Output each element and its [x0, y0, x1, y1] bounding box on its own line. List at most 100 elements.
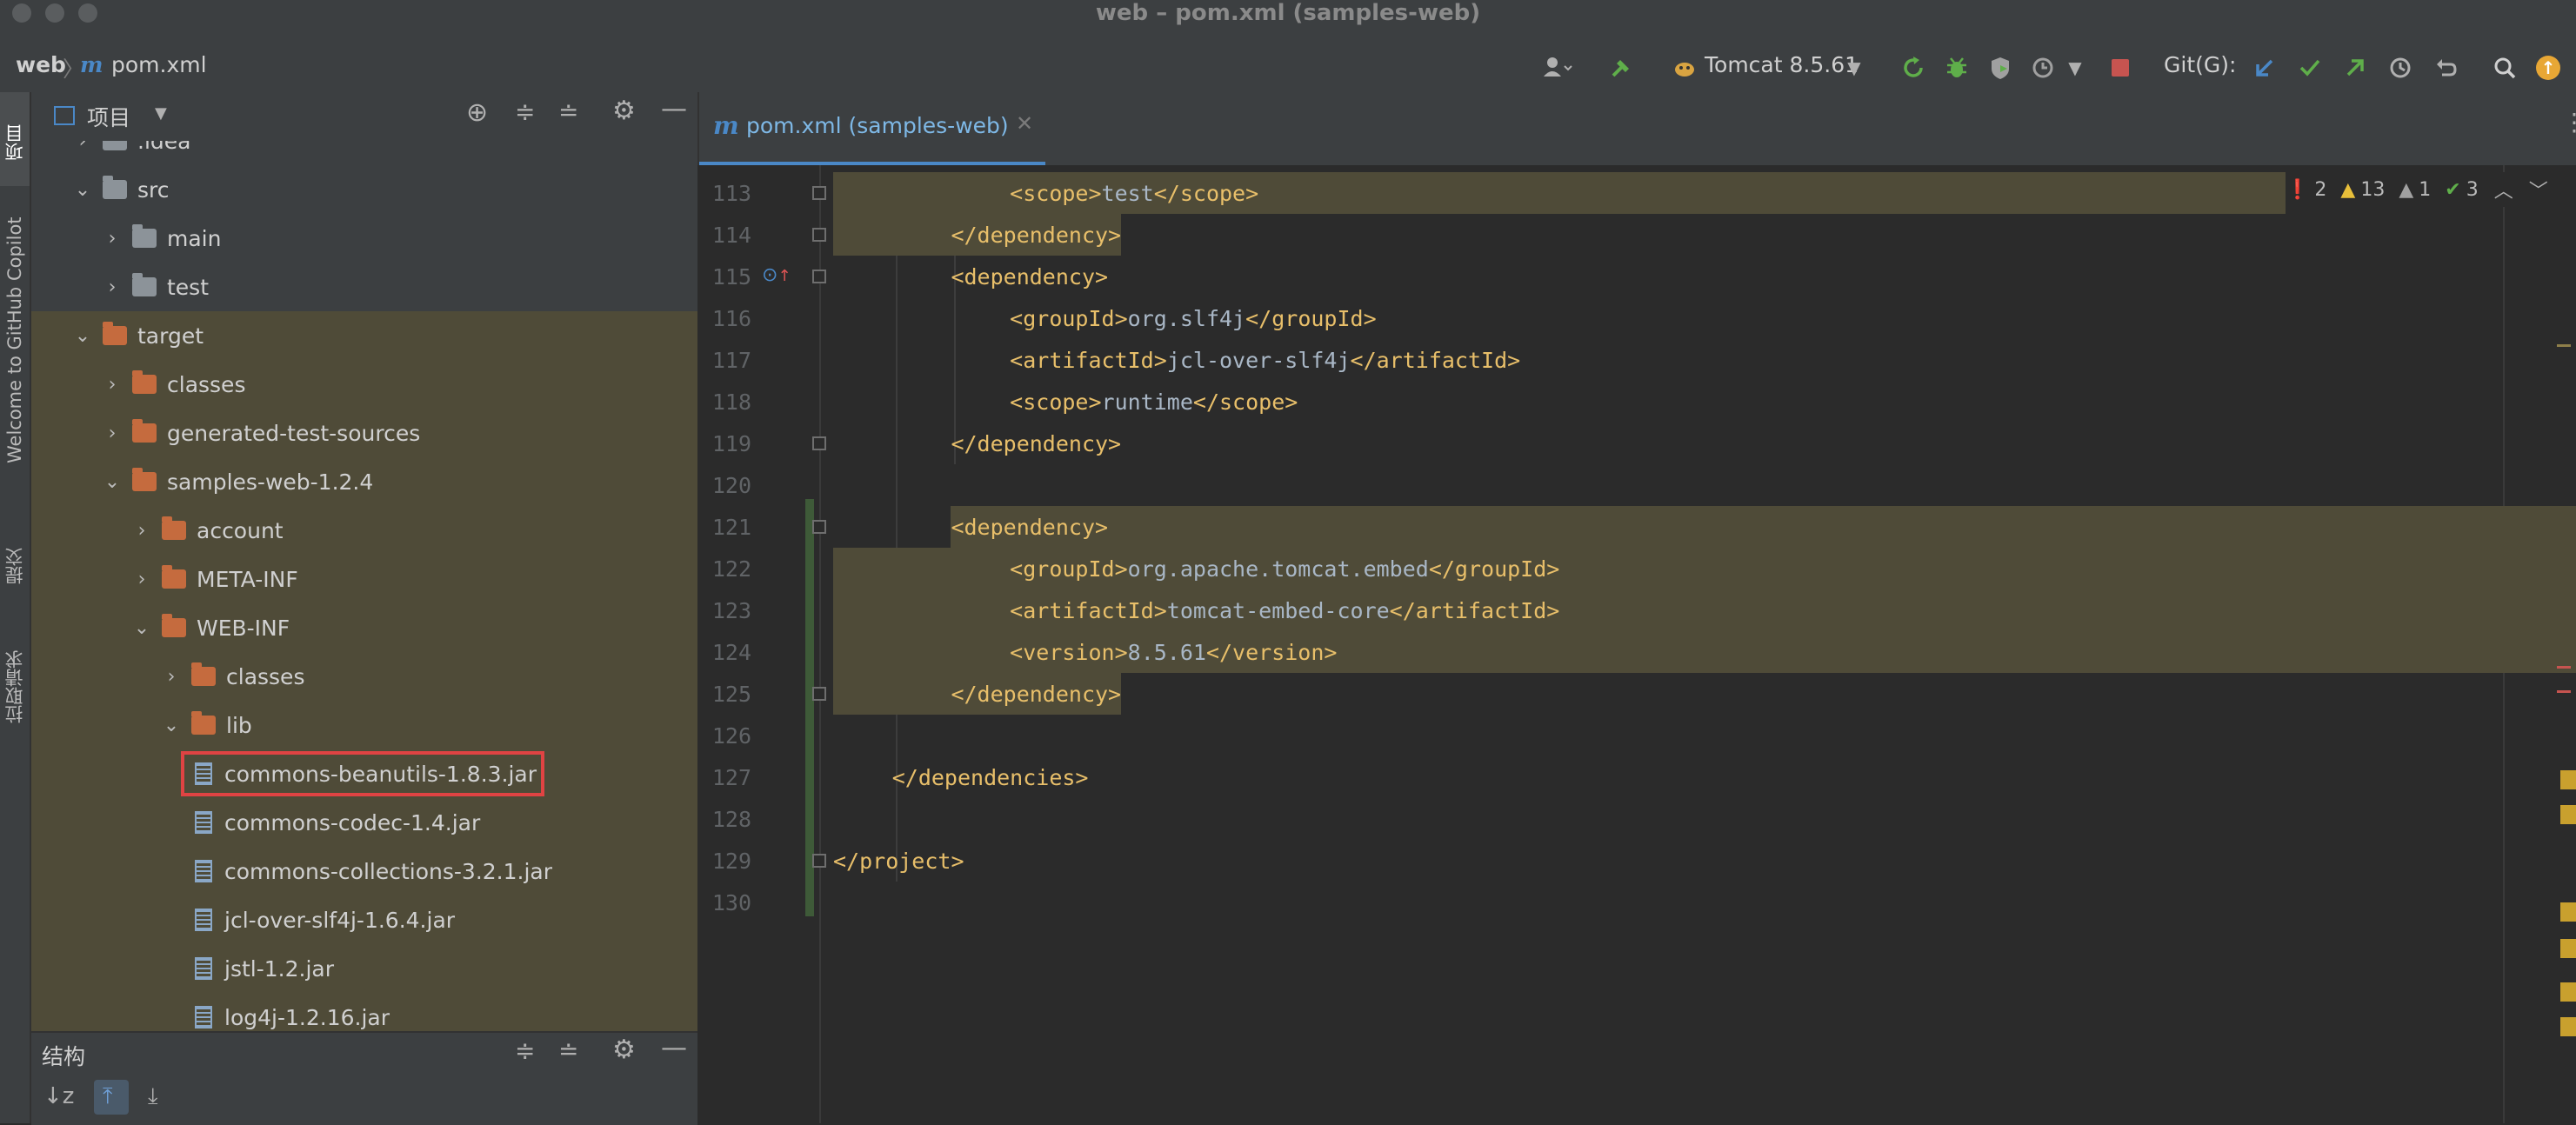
fold-marker-icon[interactable]: [812, 228, 826, 242]
git-update-icon[interactable]: [2247, 49, 2282, 87]
code-line[interactable]: 117 <artifactId> jcl-over-slf4j </artifactI…: [699, 339, 2576, 381]
editor-tab-pom[interactable]: m pom.xml (samples-web) ✕: [699, 92, 1045, 165]
structure-hide-panel-icon[interactable]: —: [661, 1033, 687, 1063]
line-number[interactable]: 115: [699, 264, 751, 290]
copilot-tool-tab[interactable]: Welcome to GitHub Copilot: [0, 205, 30, 475]
show-fields-icon[interactable]: ⤓: [148, 1083, 158, 1110]
line-number[interactable]: 127: [699, 765, 751, 790]
fold-marker-icon[interactable]: [812, 520, 826, 534]
settings-gear-icon[interactable]: ⚙: [612, 96, 636, 126]
stripe-marker-warning[interactable]: [2560, 770, 2576, 789]
code-line[interactable]: 130: [699, 882, 2576, 923]
code-line[interactable]: 118 <scope> runtime </scope>: [699, 381, 2576, 423]
chevron-down-icon[interactable]: ⌄: [73, 325, 92, 347]
line-number[interactable]: 122: [699, 556, 751, 582]
structure-settings-gear-icon[interactable]: ⚙: [612, 1035, 636, 1065]
fold-marker-icon[interactable]: [812, 687, 826, 701]
stripe-marker-warning[interactable]: [2560, 939, 2576, 958]
chevron-right-icon[interactable]: ›: [103, 228, 122, 250]
stripe-marker-warning[interactable]: [2560, 1017, 2576, 1036]
code-line[interactable]: 122 <groupId> org.apache.tomcat.embed </gro…: [699, 548, 2576, 589]
fold-marker-icon[interactable]: [812, 186, 826, 200]
hide-panel-icon[interactable]: —: [661, 94, 687, 124]
expand-all-icon[interactable]: ≑: [515, 97, 535, 126]
tree-item-folder[interactable]: ⌄ WEB-INF: [31, 603, 697, 652]
line-number[interactable]: 117: [699, 348, 751, 373]
tree-item-jar[interactable]: jstl-1.2.jar: [31, 944, 697, 993]
project-tool-tab[interactable]: 项目: [0, 99, 30, 186]
fold-marker-icon[interactable]: [812, 436, 826, 450]
stop-icon[interactable]: [2103, 49, 2138, 87]
code-editor[interactable]: 113 <scope> test </scope> 114 </dependency> 11…: [699, 165, 2576, 1123]
code-line[interactable]: 121 <dependency>: [699, 506, 2576, 548]
project-panel-title[interactable]: 项目: [87, 101, 130, 132]
search-icon[interactable]: [2487, 49, 2522, 87]
debug-icon[interactable]: [1939, 49, 1974, 87]
git-commit-icon[interactable]: [2292, 49, 2327, 87]
pull-requests-tool-tab[interactable]: 拉取请求: [0, 626, 30, 748]
tree-item-folder[interactable]: › generated-test-sources: [31, 409, 697, 457]
git-rollback-icon[interactable]: [2428, 49, 2463, 87]
chevron-down-icon[interactable]: ⌄: [132, 617, 151, 639]
line-number[interactable]: 116: [699, 306, 751, 331]
stripe-marker[interactable]: [2557, 344, 2571, 347]
profiler-icon[interactable]: [2026, 49, 2061, 87]
code-line[interactable]: 124 <version> 8.5.61 </version>: [699, 631, 2576, 673]
chevron-right-icon[interactable]: ›: [103, 276, 122, 298]
line-number[interactable]: 126: [699, 723, 751, 749]
line-number[interactable]: 128: [699, 807, 751, 832]
chevron-down-icon[interactable]: ⌄: [73, 179, 92, 201]
previous-problem-icon[interactable]: ︿: [2494, 176, 2513, 203]
line-number[interactable]: 130: [699, 890, 751, 915]
code-line[interactable]: 125 </dependency>: [699, 673, 2576, 715]
chevron-right-icon[interactable]: ›: [73, 141, 92, 152]
chevron-right-icon[interactable]: ›: [103, 423, 122, 444]
code-line[interactable]: 115 <dependency>: [699, 256, 2576, 297]
tree-item-folder[interactable]: › classes: [31, 652, 697, 701]
code-line[interactable]: 126: [699, 715, 2576, 756]
line-number[interactable]: 125: [699, 682, 751, 707]
tree-item-folder[interactable]: ⌄ target: [31, 311, 697, 360]
user-profile-icon[interactable]: [1532, 49, 1583, 87]
stripe-marker-error[interactable]: [2557, 666, 2571, 669]
overrides-icon[interactable]: ⊙↑: [762, 264, 791, 286]
next-problem-icon[interactable]: ﹀: [2529, 176, 2548, 203]
commit-tool-tab[interactable]: 提交: [0, 527, 30, 605]
tree-item-folder[interactable]: ⌄ samples-web-1.2.4: [31, 457, 697, 506]
git-history-icon[interactable]: [2383, 49, 2418, 87]
coverage-icon[interactable]: [1983, 49, 2018, 87]
code-line[interactable]: 116 <groupId> org.slf4j </groupId>: [699, 297, 2576, 339]
stripe-marker-warning[interactable]: [2560, 805, 2576, 824]
chevron-down-icon[interactable]: ⌄: [162, 715, 181, 736]
close-tab-icon[interactable]: ✕: [1016, 111, 1033, 136]
tree-item-folder[interactable]: › test: [31, 263, 697, 311]
git-push-icon[interactable]: [2338, 49, 2372, 87]
line-number[interactable]: 123: [699, 598, 751, 623]
stripe-marker-warning[interactable]: [2560, 902, 2576, 922]
code-line[interactable]: 129 </project>: [699, 840, 2576, 882]
code-line[interactable]: 120: [699, 464, 2576, 506]
tree-item-folder[interactable]: › META-INF: [31, 555, 697, 603]
show-inherited-icon[interactable]: ⤒: [103, 1083, 113, 1110]
code-line[interactable]: 114 </dependency>: [699, 214, 2576, 256]
view-mode-dropdown-icon[interactable]: ▼: [155, 104, 167, 123]
chevron-down-icon[interactable]: ⌄: [103, 471, 122, 493]
line-number[interactable]: 129: [699, 849, 751, 874]
code-line[interactable]: 128: [699, 798, 2576, 840]
rerun-icon[interactable]: [1896, 49, 1931, 87]
code-line[interactable]: 123 <artifactId> tomcat-embed-core </artifa…: [699, 589, 2576, 631]
fold-marker-icon[interactable]: [812, 270, 826, 283]
collapse-all-icon[interactable]: ≐: [558, 97, 578, 126]
chevron-right-icon[interactable]: ›: [162, 666, 181, 688]
inspection-widget[interactable]: ❗ 2 ▲ 13 ▲ 1 ✔ 3 ︿ ﹀: [2286, 172, 2576, 207]
code-line[interactable]: 119 </dependency>: [699, 423, 2576, 464]
line-number[interactable]: 114: [699, 223, 751, 248]
run-configuration-selector[interactable]: Tomcat 8.5.61: [1705, 52, 1859, 77]
chevron-right-icon[interactable]: ›: [132, 520, 151, 542]
line-number[interactable]: 120: [699, 473, 751, 498]
sort-alphabetically-icon[interactable]: ↓z: [43, 1083, 74, 1109]
tree-item-folder[interactable]: › classes: [31, 360, 697, 409]
code-line[interactable]: 127 </dependencies>: [699, 756, 2576, 798]
run-config-dropdown-icon[interactable]: ▼: [1844, 49, 1865, 87]
tree-item-jar[interactable]: log4j-1.2.16.jar: [31, 993, 697, 1031]
